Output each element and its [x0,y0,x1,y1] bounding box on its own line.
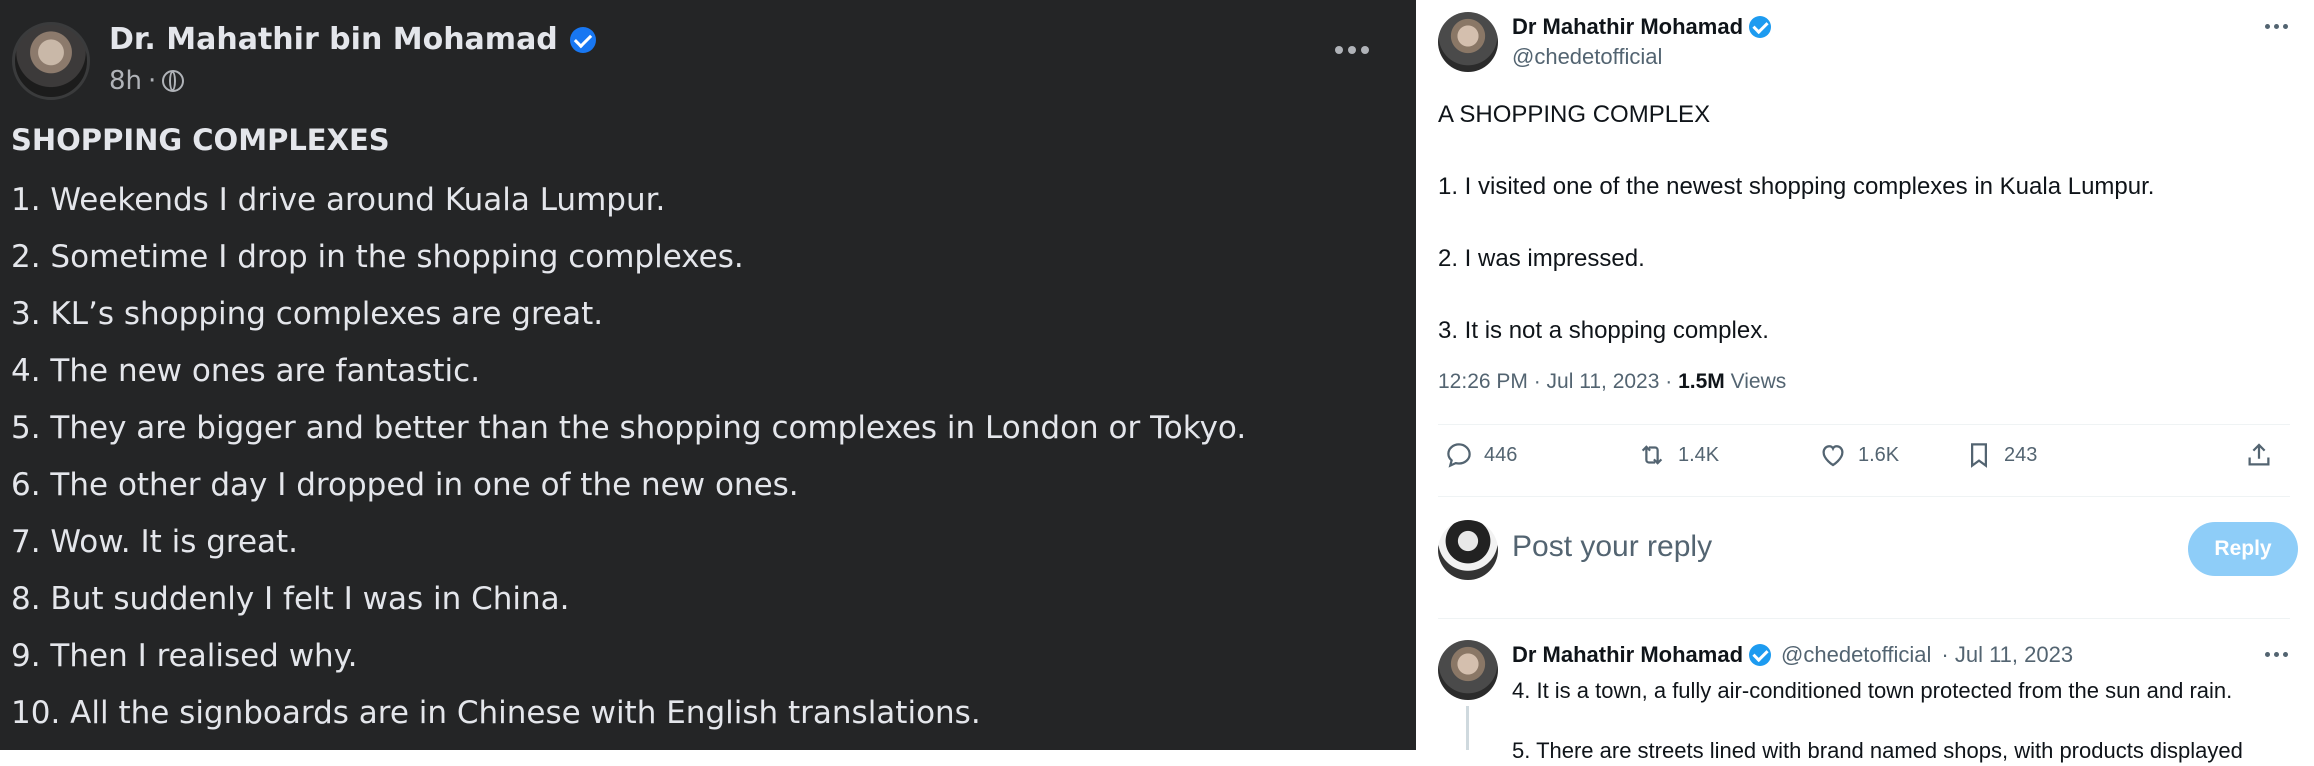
reply-icon [1447,443,1471,468]
tweet-timestamp-row: 12:26 PM · Jul 11, 2023 · 1.5M Views [1438,370,1786,394]
author-name-row: Dr. Mahathir bin Mohamad [109,22,596,57]
thread-paragraph: 5. There are streets lined with brand na… [1512,738,2243,763]
post-line: 4. The new ones are fantastic. [11,353,481,389]
reply-count: 446 [1484,443,1518,466]
reply-button[interactable]: Reply [2188,522,2298,576]
tweet-title: A SHOPPING COMPLEX [1438,101,1711,128]
tweet-paragraph: 3. It is not a shopping complex. [1438,317,1769,344]
retweet-action[interactable]: 1.4K [1636,440,1719,470]
like-action[interactable]: 1.6K [1818,440,1899,470]
retweet-icon [1641,445,1663,465]
author-name[interactable]: Dr. Mahathir bin Mohamad [109,22,558,57]
author-handle[interactable]: @chedetofficial [1512,44,1662,70]
author-avatar[interactable] [1438,12,1498,72]
post-line: 9. Then I realised why. [11,638,358,674]
views-count: 1.5M [1678,370,1725,393]
post-body: 1. Weekends I drive around Kuala Lumpur.… [11,172,1246,742]
views-label: Views [1730,370,1787,393]
tweet-panel: Dr Mahathir Mohamad @chedetofficial A SH… [1416,0,2314,763]
tweet-timestamp[interactable]: 12:26 PM · Jul 11, 2023 · [1438,370,1672,393]
author-name-row: Dr Mahathir Mohamad [1512,14,1772,40]
reply-composer: Post your reply Reply [1438,520,2298,580]
bookmark-icon [1971,443,1987,468]
thread-author-avatar[interactable] [1438,640,1498,700]
share-icon [2248,443,2270,466]
author-name[interactable]: Dr Mahathir Mohamad [1512,14,1743,40]
tweet-paragraph: 2. I was impressed. [1438,245,1645,272]
share-action[interactable] [2244,440,2274,470]
post-meta: 8h · [109,66,185,96]
thread-tweet-body: 4. It is a town, a fully air-conditioned… [1512,676,2302,766]
post-time[interactable]: 8h [109,66,142,96]
more-options-icon[interactable] [1335,46,1369,54]
tweet-body: A SHOPPING COMPLEX 1. I visited one of t… [1438,97,2154,349]
thread-connector [1466,706,1469,750]
thread-author-name[interactable]: Dr Mahathir Mohamad [1512,642,1743,668]
verified-badge-icon [1749,16,1772,38]
tweet-paragraph: 1. I visited one of the newest shopping … [1438,173,2155,200]
heart-icon [1822,445,1844,467]
user-avatar[interactable] [1438,520,1498,580]
reply-action[interactable]: 446 [1444,440,1517,470]
post-line: 5. They are bigger and better than the s… [11,410,1247,446]
thread-author-handle[interactable]: @chedetofficial [1781,642,1931,668]
post-line: 7. Wow. It is great. [11,524,299,560]
globe-icon[interactable] [162,70,185,92]
post-line: 2. Sometime I drop in the shopping compl… [11,239,744,275]
divider [1438,618,2290,619]
verified-badge-icon [569,26,596,53]
post-line: 8. But suddenly I felt I was in China. [11,581,570,617]
meta-separator: · [148,66,157,96]
thread-paragraph: 4. It is a town, a fully air-conditioned… [1512,678,2233,703]
bookmark-count: 243 [2004,443,2038,466]
author-avatar[interactable] [12,22,90,100]
more-options-icon[interactable] [2265,24,2288,29]
reply-input[interactable]: Post your reply [1512,530,1712,564]
retweet-count: 1.4K [1678,443,1720,466]
post-line: 3. KL’s shopping complexes are great. [11,296,604,332]
post-title: SHOPPING COMPLEXES [11,123,390,157]
post-line: 1. Weekends I drive around Kuala Lumpur. [11,182,666,218]
facebook-post: Dr. Mahathir bin Mohamad 8h · SHOPPING C… [0,0,1416,750]
tweet-actions: 446 1.4K 1.6K 243 [1444,440,2296,480]
post-line: 6. The other day I dropped in one of the… [11,467,799,503]
verified-badge-icon [1749,644,1772,666]
divider [1438,496,2290,497]
post-line: 10. All the signboards are in Chinese wi… [11,695,981,731]
divider [1438,424,2290,425]
thread-tweet-header: Dr Mahathir Mohamad @chedetofficial · Ju… [1512,642,2073,668]
bookmark-action[interactable]: 243 [1964,440,2037,470]
thread-date[interactable]: · Jul 11, 2023 [1941,642,2073,668]
more-options-icon[interactable] [2265,652,2288,657]
like-count: 1.6K [1858,443,1900,466]
